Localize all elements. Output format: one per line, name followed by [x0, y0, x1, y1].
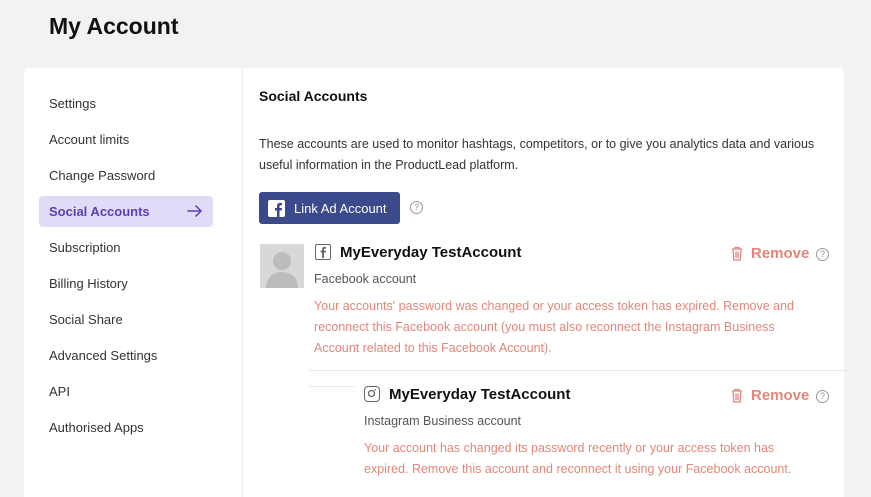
remove-button[interactable]: Remove: [731, 245, 809, 262]
sidebar-item-billing-history[interactable]: Billing History: [39, 268, 213, 299]
remove-button[interactable]: Remove: [731, 387, 809, 404]
help-icon[interactable]: ?: [410, 201, 423, 214]
remove-label: Remove: [751, 245, 810, 262]
remove-label: Remove: [751, 387, 810, 404]
sidebar-item-social-accounts[interactable]: Social Accounts: [39, 196, 213, 227]
sidebar-item-settings[interactable]: Settings: [39, 88, 213, 119]
help-icon[interactable]: ?: [816, 390, 829, 403]
main-content: Social Accounts These accounts are used …: [259, 68, 849, 497]
sidebar-item-advanced-settings[interactable]: Advanced Settings: [39, 340, 213, 371]
link-ad-account-label: Link Ad Account: [294, 200, 387, 216]
help-icon[interactable]: ?: [816, 248, 829, 261]
sidebar-item-subscription[interactable]: Subscription: [39, 232, 213, 263]
sidebar-item-social-share[interactable]: Social Share: [39, 304, 213, 335]
account-warning: Your account has changed its password re…: [364, 441, 792, 476]
account-card: Settings Account limits Change Password …: [24, 68, 849, 497]
account-type: Instagram Business account: [364, 414, 522, 428]
sidebar-item-change-password[interactable]: Change Password: [39, 160, 213, 191]
account-warning: Your accounts' password was changed or y…: [314, 299, 794, 355]
divider: [309, 370, 849, 371]
sidebar-item-account-limits[interactable]: Account limits: [39, 124, 213, 155]
facebook-icon: [315, 244, 331, 260]
intro-text: These accounts are used to monitor hasht…: [259, 137, 815, 172]
sidebar-item-authorised-apps[interactable]: Authorised Apps: [39, 412, 213, 443]
facebook-icon: [268, 199, 285, 217]
arrow-right-icon: [187, 205, 202, 217]
sidebar: Settings Account limits Change Password …: [24, 68, 243, 497]
account-name: MyEveryday TestAccount: [389, 386, 571, 403]
section-title: Social Accounts: [259, 88, 368, 104]
trash-icon: [732, 388, 742, 403]
link-ad-account-button[interactable]: Link Ad Account: [259, 192, 400, 224]
instagram-icon: [364, 386, 380, 402]
indent-line: [309, 386, 354, 387]
page-title: My Account: [49, 13, 179, 39]
account-type: Facebook account: [314, 272, 417, 286]
avatar: [260, 244, 304, 288]
sidebar-item-label: Social Accounts: [49, 204, 150, 219]
sidebar-item-api[interactable]: API: [39, 376, 213, 407]
account-name: MyEveryday TestAccount: [340, 244, 522, 261]
trash-icon: [732, 246, 742, 261]
